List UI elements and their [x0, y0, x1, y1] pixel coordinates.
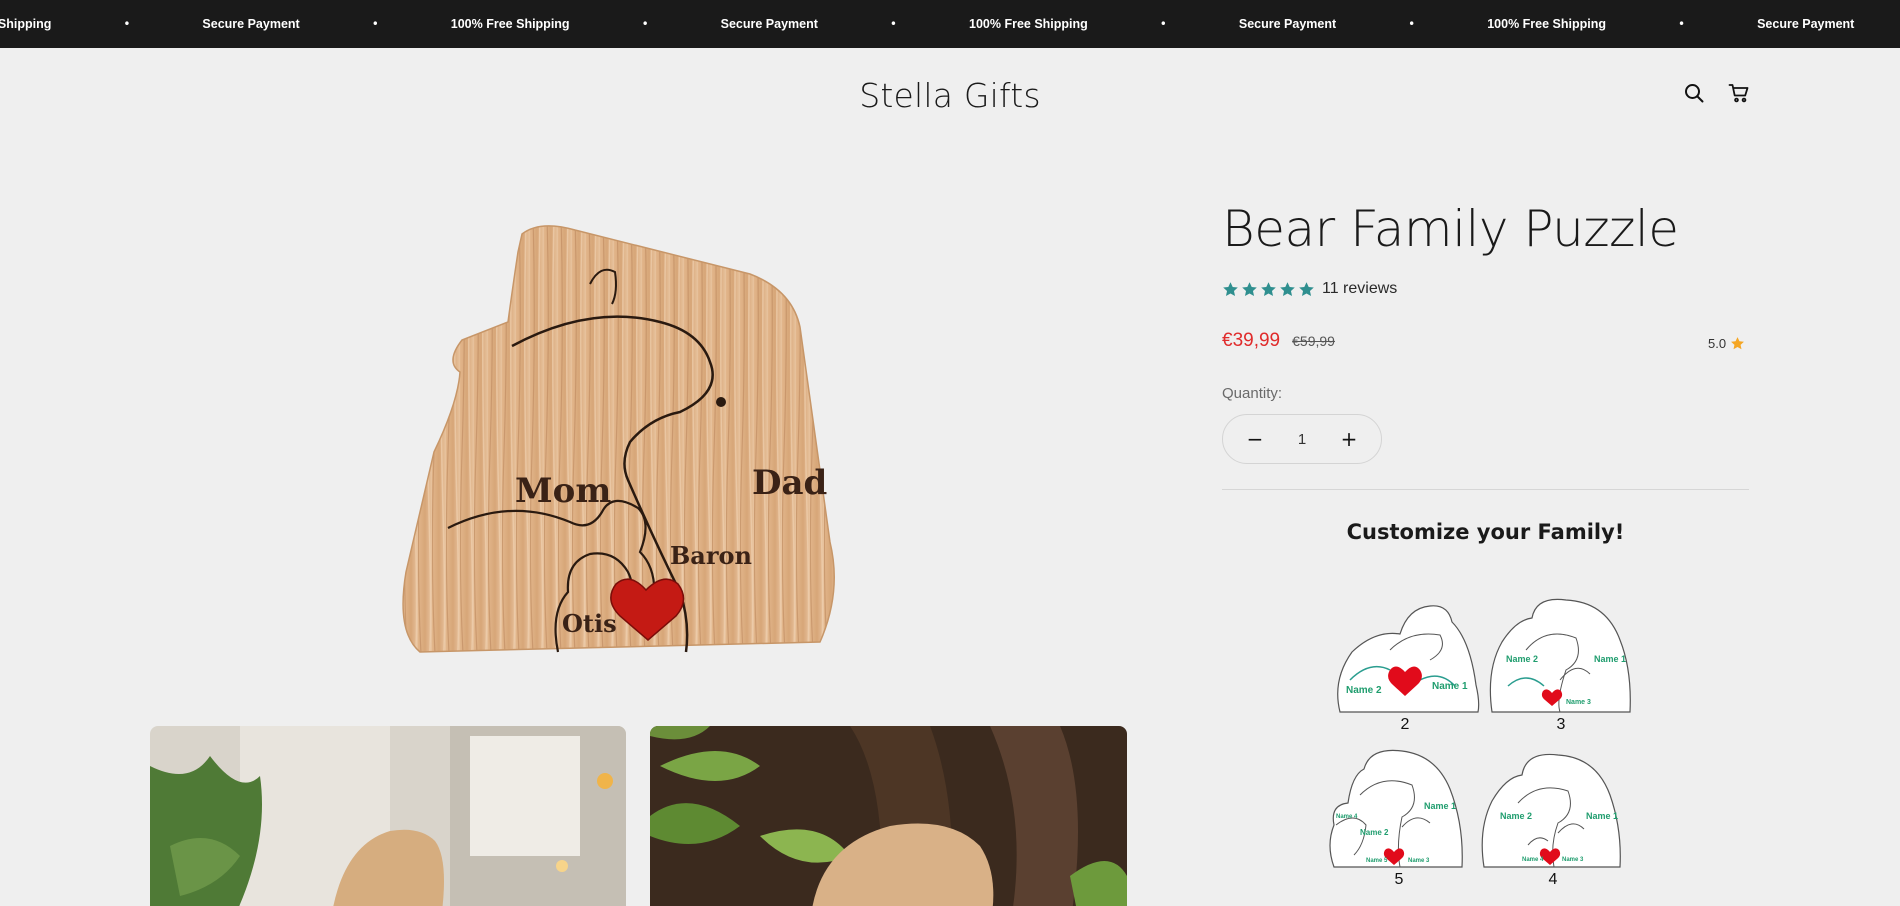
option-name-label: Name 3 [1562, 857, 1584, 863]
option-number: 3 [1556, 716, 1566, 733]
announcement-separator: • [123, 17, 131, 31]
announcement-separator: • [889, 17, 897, 31]
svg-text:Mom: Mom [515, 471, 611, 511]
option-name-label: Name 1 [1594, 654, 1626, 664]
star-icon [1731, 337, 1745, 350]
family-size-options: Name 2 Name 1 2 Name 2 Name 1 Name 3 3 N… [1329, 590, 1640, 900]
star-icon [1242, 281, 1257, 296]
quantity-value[interactable]: 1 [1298, 431, 1306, 448]
family-size-option[interactable]: Name 2 Name 1 Name 4 Name 3 4 [1478, 745, 1628, 895]
announcement-separator: • [1678, 17, 1686, 31]
svg-text:Dad: Dad [752, 463, 827, 503]
price-row: €39,99 €59,99 [1222, 330, 1335, 352]
cart-icon[interactable] [1728, 82, 1750, 104]
announcement-separator: • [1159, 17, 1167, 31]
store-logo[interactable]: Stella Gifts [0, 76, 1900, 115]
announcement-item: Free Shipping [0, 17, 52, 31]
option-name-label: Name 2 [1360, 828, 1389, 837]
family-size-option[interactable]: Name 4 Name 2 Name 1 Name 5 Name 3 5 [1324, 745, 1474, 895]
rating-score: 5.0 [1708, 336, 1745, 351]
search-icon[interactable] [1683, 82, 1705, 104]
rating-score-value: 5.0 [1708, 336, 1727, 351]
option-name-label: Name 2 [1500, 811, 1532, 821]
option-number: 2 [1400, 716, 1410, 733]
option-name-label: Name 1 [1432, 681, 1468, 692]
increase-quantity-button[interactable]: + [1339, 429, 1359, 449]
option-name-label: Name 4 [1522, 857, 1544, 863]
option-number: 5 [1394, 871, 1404, 888]
star-icon [1223, 281, 1238, 296]
announcement-separator: • [1408, 17, 1416, 31]
product-thumbnail[interactable] [650, 726, 1127, 906]
bear-family-diagram: Name 2 Name 1 Name 4 Name 3 [1481, 753, 1621, 868]
announcement-item: Secure Payment [202, 17, 300, 31]
product-thumbnail[interactable] [150, 726, 626, 906]
svg-text:Otis: Otis [562, 609, 617, 638]
option-name-label: Name 5 [1366, 858, 1388, 864]
announcement-separator: • [371, 17, 379, 31]
announcement-item: Secure Payment [1757, 17, 1855, 31]
family-size-option[interactable]: Name 2 Name 1 Name 3 3 [1486, 590, 1636, 740]
option-name-label: Name 2 [1506, 654, 1538, 664]
svg-text:Baron: Baron [670, 541, 752, 570]
option-name-label: Name 1 [1586, 811, 1618, 821]
option-name-label: Name 2 [1346, 685, 1382, 696]
option-name-label: Name 3 [1566, 699, 1591, 706]
star-icon [1280, 281, 1295, 296]
announcement-item: Secure Payment [720, 17, 818, 31]
announcement-item: 100% Free Shipping [1487, 17, 1606, 31]
quantity-label: Quantity: [1222, 385, 1283, 402]
option-name-label: Name 4 [1336, 814, 1358, 820]
announcement-bar: Free Shipping • Secure Payment • 100% Fr… [0, 0, 1900, 48]
rating-summary[interactable]: 11 reviews [1222, 280, 1397, 298]
product-title: Bear Family Puzzle [1222, 200, 1679, 258]
divider [1222, 489, 1749, 490]
announcement-track: Free Shipping • Secure Payment • 100% Fr… [0, 0, 1854, 48]
star-icon [1261, 281, 1276, 296]
decrease-quantity-button[interactable]: − [1245, 429, 1265, 449]
announcement-separator: • [641, 17, 649, 31]
compare-at-price: €59,99 [1292, 333, 1335, 349]
customize-heading: Customize your Family! [1346, 520, 1625, 544]
bear-family-diagram: Name 2 Name 1 [1337, 605, 1480, 713]
announcement-item: Secure Payment [1238, 17, 1337, 31]
quantity-stepper[interactable]: − 1 + [1222, 414, 1382, 464]
announcement-item: 100% Free Shipping [969, 17, 1088, 31]
family-size-option[interactable]: Name 2 Name 1 2 [1330, 590, 1480, 740]
announcement-item: 100% Free Shipping [450, 17, 570, 31]
bear-family-diagram: Name 2 Name 1 Name 3 [1489, 598, 1631, 713]
star-icon [1299, 281, 1314, 296]
option-name-label: Name 1 [1424, 801, 1456, 811]
product-main-image[interactable]: Mom Dad Baron Otis [390, 212, 890, 672]
reviews-count[interactable]: 11 reviews [1322, 280, 1397, 298]
option-name-label: Name 3 [1408, 858, 1430, 864]
sale-price: €39,99 [1222, 330, 1281, 351]
option-number: 4 [1548, 871, 1558, 888]
bear-family-diagram: Name 4 Name 2 Name 1 Name 5 Name 3 [1329, 749, 1463, 868]
